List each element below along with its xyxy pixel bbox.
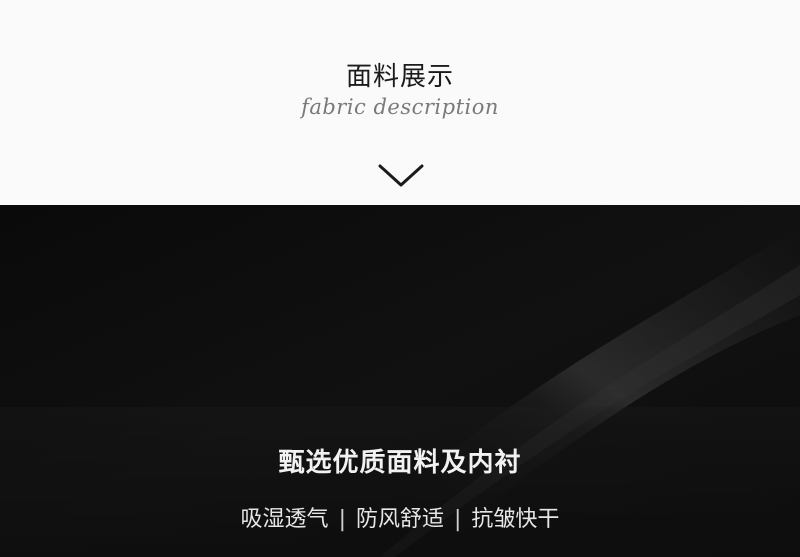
feature-separator: |: [338, 507, 346, 532]
feature-wrinkle-resistant: 抗皱快干: [471, 507, 560, 532]
feature-breathable: 吸湿透气: [240, 507, 329, 532]
feature-list: 吸湿透气 | 防风舒适 | 抗皱快干: [0, 505, 800, 535]
section-title: 面料展示: [345, 62, 454, 92]
fabric-headline: 甄选优质面料及内衬: [278, 448, 522, 478]
section-subtitle: fabric description: [301, 95, 499, 119]
chevron-down-icon: [378, 164, 424, 187]
feature-separator: |: [454, 507, 462, 532]
fabric-showcase-page: 面料展示 fabric description 甄选优质面料及内衬 吸湿透气 |…: [0, 0, 800, 557]
section-header: 面料展示 fabric description: [0, 0, 800, 205]
feature-windproof: 防风舒适: [355, 507, 444, 532]
